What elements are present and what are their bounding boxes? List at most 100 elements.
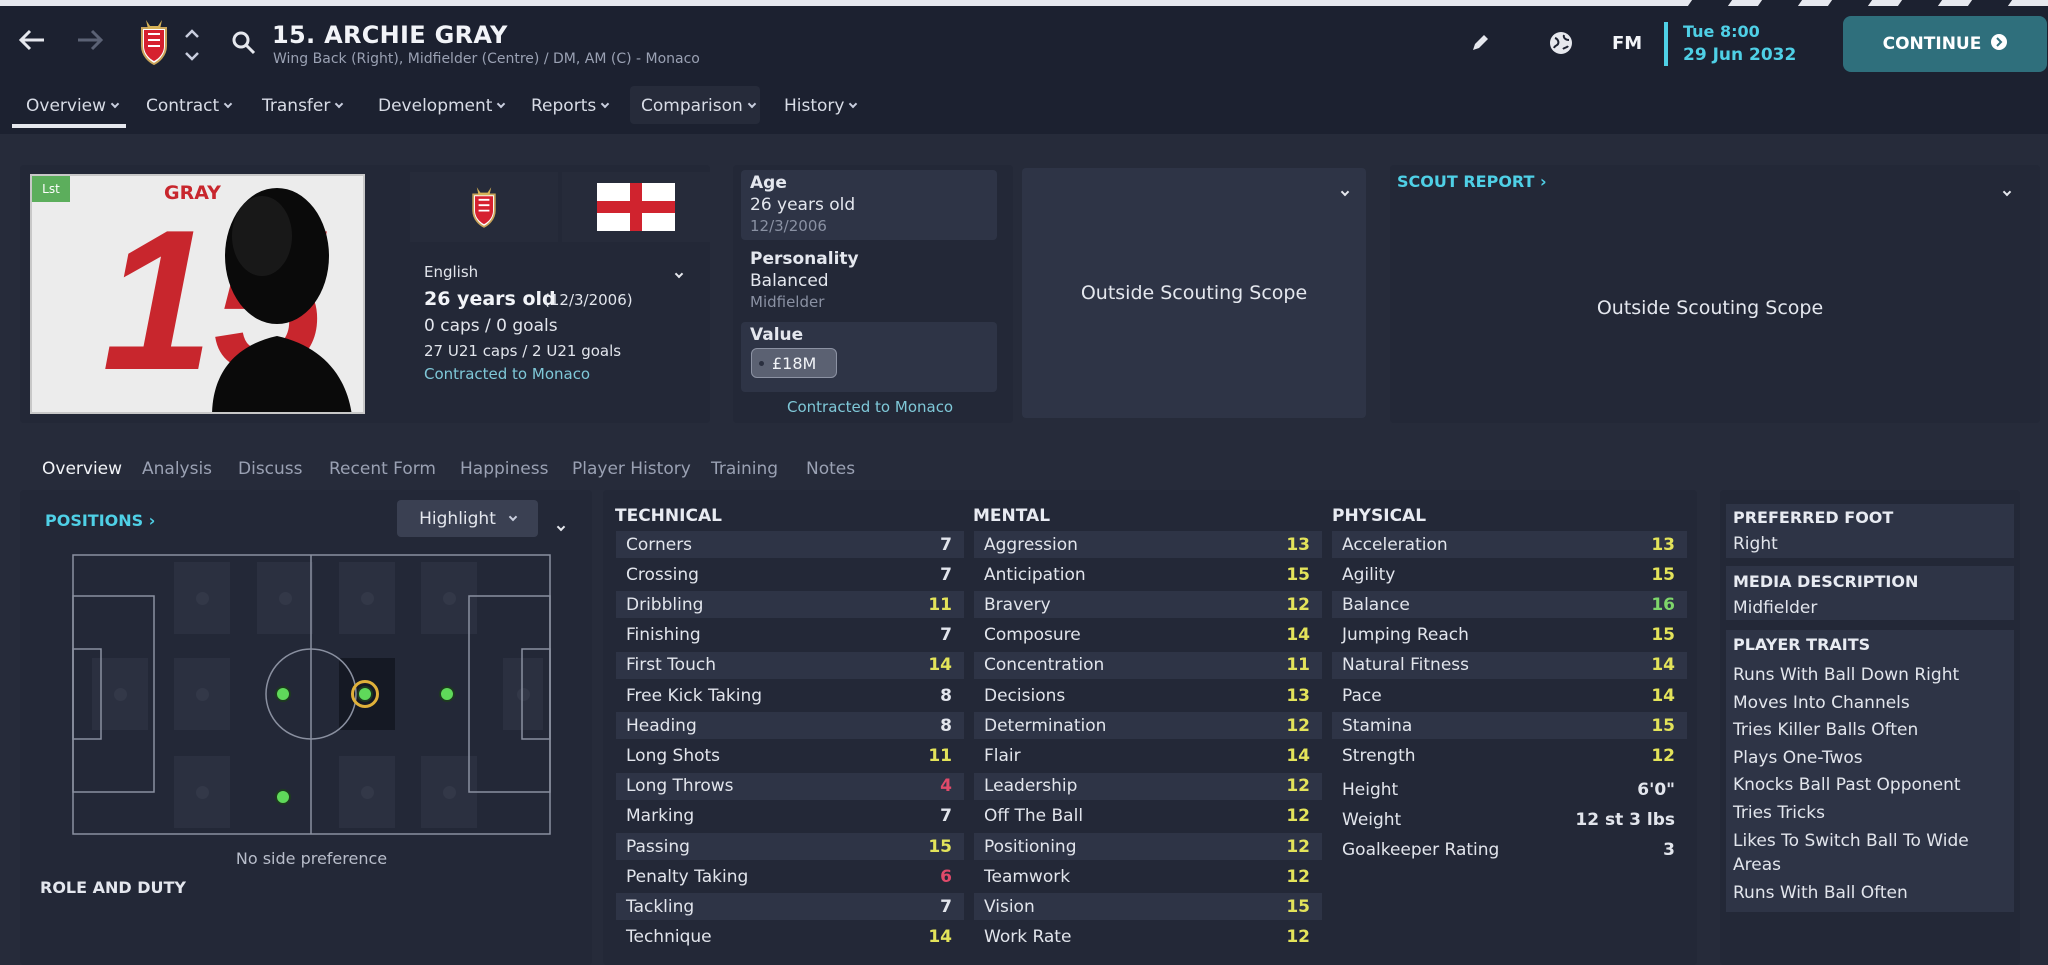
attribute-row-heading[interactable]: Heading 8 <box>616 712 964 740</box>
attribute-row-first-touch[interactable]: First Touch 14 <box>616 651 964 679</box>
value-tag[interactable]: £18M <box>751 348 837 378</box>
attribute-row-flair[interactable]: Flair 14 <box>974 742 1322 769</box>
attribute-name: Natural Fitness <box>1342 655 1469 676</box>
attribute-value: 15 <box>1651 625 1675 646</box>
menu-transfer[interactable]: Transfer <box>262 96 344 116</box>
attribute-row-pace[interactable]: Pace 14 <box>1332 682 1687 709</box>
england-flag-icon <box>597 183 675 231</box>
attribute-row-crossing[interactable]: Crossing 7 <box>616 561 964 588</box>
attribute-row-strength[interactable]: Strength 12 <box>1332 742 1687 769</box>
nation-flag-box[interactable] <box>562 172 710 242</box>
subtab-discuss[interactable]: Discuss <box>238 459 303 479</box>
position-dot-mc[interactable] <box>357 686 373 702</box>
attribute-name: Free Kick Taking <box>626 685 763 706</box>
scout-report-link[interactable]: SCOUT REPORT › <box>1397 172 1547 191</box>
attribute-row-balance[interactable]: Balance 16 <box>1332 591 1687 619</box>
attribute-row-finishing[interactable]: Finishing 7 <box>616 622 964 649</box>
chevron-down-icon <box>849 99 858 109</box>
info-contract-link[interactable]: Contracted to Monaco <box>787 398 953 416</box>
positions-options-chevron-icon[interactable] <box>556 515 566 534</box>
position-dot-am[interactable] <box>439 686 455 702</box>
attribute-row-jumping-reach[interactable]: Jumping Reach 15 <box>1332 622 1687 649</box>
up-down-chevron-icon[interactable] <box>184 28 200 66</box>
scouting-dropdown-chevron-icon[interactable] <box>1340 180 1350 199</box>
attribute-row-free-kick-taking[interactable]: Free Kick Taking 8 <box>616 682 964 709</box>
club-crest-icon[interactable] <box>134 18 174 70</box>
continue-button[interactable]: CONTINUE <box>1843 16 2047 72</box>
menu-reports[interactable]: Reports <box>531 96 610 116</box>
attribute-row-positioning[interactable]: Positioning 12 <box>974 833 1322 860</box>
age-line: 26 years old <box>424 288 556 310</box>
attribute-row-passing[interactable]: Passing 15 <box>616 833 964 860</box>
attribute-row-marking[interactable]: Marking 7 <box>616 803 964 830</box>
attribute-row-goalkeeper-rating[interactable]: Goalkeeper Rating 3 <box>1332 836 1687 863</box>
attribute-row-determination[interactable]: Determination 12 <box>974 712 1322 740</box>
attribute-row-long-throws[interactable]: Long Throws 4 <box>616 772 964 800</box>
attribute-name: Balance <box>1342 594 1410 615</box>
positions-link[interactable]: POSITIONS › <box>45 511 155 530</box>
attribute-row-tackling[interactable]: Tackling 7 <box>616 893 964 921</box>
attribute-row-vision[interactable]: Vision 15 <box>974 893 1322 921</box>
attribute-value: 15 <box>1651 715 1675 736</box>
menu-contract[interactable]: Contract <box>146 96 233 116</box>
attribute-value: 7 <box>940 564 952 585</box>
fm-logo[interactable]: FM <box>1612 33 1642 54</box>
nationality-dropdown-chevron-icon[interactable] <box>674 262 684 281</box>
attribute-row-stamina[interactable]: Stamina 15 <box>1332 712 1687 740</box>
attribute-row-composure[interactable]: Composure 14 <box>974 622 1322 649</box>
subtab-overview[interactable]: Overview <box>42 459 122 479</box>
attribute-row-dribbling[interactable]: Dribbling 11 <box>616 591 964 619</box>
menu-overview[interactable]: Overview <box>26 96 120 116</box>
attribute-row-bravery[interactable]: Bravery 12 <box>974 591 1322 619</box>
menu-development[interactable]: Development <box>378 96 506 116</box>
attribute-row-corners[interactable]: Corners 7 <box>616 531 964 558</box>
attribute-row-leadership[interactable]: Leadership 12 <box>974 772 1322 800</box>
media-description-label: MEDIA DESCRIPTION <box>1733 572 1919 591</box>
subtab-notes[interactable]: Notes <box>806 459 855 479</box>
subtab-recent-form[interactable]: Recent Form <box>329 459 436 479</box>
attribute-name: Pace <box>1342 685 1382 706</box>
value-amount: £18M <box>772 353 817 373</box>
attribute-row-decisions[interactable]: Decisions 13 <box>974 682 1322 709</box>
menu-comparison[interactable]: Comparison <box>641 96 757 116</box>
subtab-analysis[interactable]: Analysis <box>142 459 212 479</box>
attribute-name: Concentration <box>984 655 1105 676</box>
attribute-value: 15 <box>928 836 952 857</box>
attribute-row-long-shots[interactable]: Long Shots 11 <box>616 742 964 769</box>
menu-history[interactable]: History <box>784 96 858 116</box>
menu-comparison-label: Comparison <box>641 96 743 116</box>
attribute-value: 14 <box>928 655 952 676</box>
back-arrow-icon[interactable] <box>14 22 50 58</box>
world-globe-icon[interactable] <box>1547 29 1575 61</box>
attribute-row-anticipation[interactable]: Anticipation 15 <box>974 561 1322 588</box>
attribute-value: 14 <box>1651 685 1675 706</box>
attribute-row-weight[interactable]: Weight 12 st 3 lbs <box>1332 806 1687 833</box>
subtab-happiness[interactable]: Happiness <box>460 459 548 479</box>
attribute-row-natural-fitness[interactable]: Natural Fitness 14 <box>1332 651 1687 679</box>
position-dot-dm-left[interactable] <box>275 686 291 702</box>
player-trait: Tries Tricks <box>1733 803 1825 823</box>
attribute-row-agility[interactable]: Agility 15 <box>1332 561 1687 588</box>
highlight-dropdown[interactable]: Highlight <box>397 500 538 537</box>
attribute-value: 14 <box>1286 745 1310 766</box>
attribute-row-off-the-ball[interactable]: Off The Ball 12 <box>974 803 1322 830</box>
technical-title: TECHNICAL <box>615 506 722 526</box>
attribute-row-height[interactable]: Height 6'0" <box>1332 776 1687 803</box>
attribute-row-concentration[interactable]: Concentration 11 <box>974 651 1322 679</box>
attribute-row-penalty-taking[interactable]: Penalty Taking 6 <box>616 863 964 890</box>
club-badge-box[interactable] <box>410 172 558 242</box>
contract-link[interactable]: Contracted to Monaco <box>424 365 590 383</box>
position-dot-wb-right[interactable] <box>275 789 291 805</box>
forward-arrow-icon[interactable] <box>72 22 108 58</box>
attribute-row-technique[interactable]: Technique 14 <box>616 924 964 951</box>
attribute-name: First Touch <box>626 655 716 676</box>
subtab-player-history[interactable]: Player History <box>572 459 691 479</box>
search-icon[interactable] <box>231 30 257 60</box>
scout-report-chevron-icon[interactable] <box>2002 180 2012 199</box>
edit-pencil-icon[interactable] <box>1470 33 1490 57</box>
attribute-row-aggression[interactable]: Aggression 13 <box>974 531 1322 558</box>
attribute-row-teamwork[interactable]: Teamwork 12 <box>974 863 1322 890</box>
attribute-row-work-rate[interactable]: Work Rate 12 <box>974 924 1322 951</box>
attribute-row-acceleration[interactable]: Acceleration 13 <box>1332 531 1687 558</box>
subtab-training[interactable]: Training <box>711 459 778 479</box>
